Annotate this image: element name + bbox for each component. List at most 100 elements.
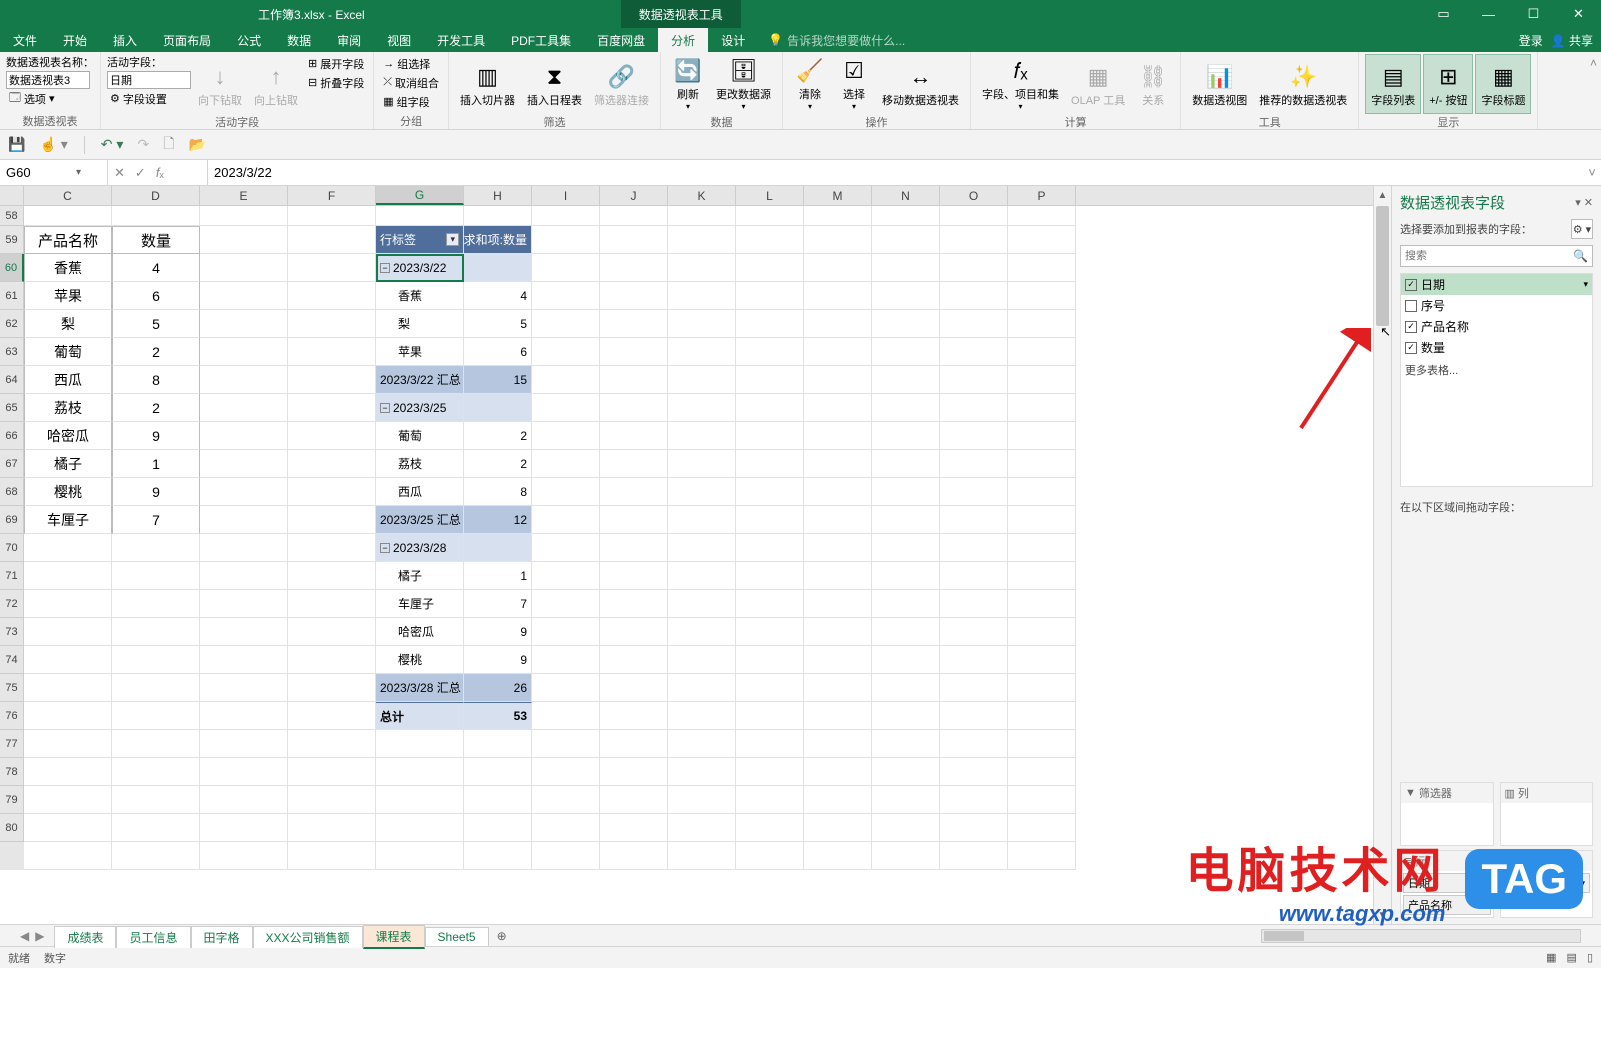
col-header-E[interactable]: E (200, 186, 288, 205)
refresh-button[interactable]: 🔄刷新▾ (667, 54, 709, 114)
next-sheet-icon[interactable]: ▶ (35, 929, 44, 943)
col-header-D[interactable]: D (112, 186, 200, 205)
row-header[interactable]: 80 (0, 814, 24, 842)
tab-insert[interactable]: 插入 (100, 28, 150, 52)
collapse-icon[interactable]: − (380, 543, 390, 553)
open-icon[interactable]: 📂 (188, 136, 205, 153)
pm-buttons-button[interactable]: ⊞+/- 按钮 (1423, 54, 1473, 114)
data-head-qty[interactable]: 数量 (112, 226, 200, 254)
name-box[interactable]: ▾ (0, 160, 108, 185)
tab-home[interactable]: 开始 (50, 28, 100, 52)
col-header-H[interactable]: H (464, 186, 532, 205)
sheet-tab-active[interactable]: 课程表 (363, 925, 425, 949)
cell[interactable]: 9 (112, 422, 200, 450)
field-list-button[interactable]: ▤字段列表 (1365, 54, 1421, 114)
pivot-val[interactable]: 6 (464, 338, 532, 366)
olap-button[interactable]: ▦OLAP 工具 (1066, 54, 1130, 114)
share-button[interactable]: 👤 共享 (1551, 32, 1593, 49)
fx-icon[interactable]: fₓ (156, 165, 164, 180)
col-header-K[interactable]: K (668, 186, 736, 205)
pivot-item[interactable]: 樱桃 (376, 646, 464, 674)
view-normal-icon[interactable]: ▦ (1546, 951, 1556, 964)
pivot-val[interactable]: 4 (464, 282, 532, 310)
zone-item[interactable]: 产品名称▾ (1403, 895, 1491, 915)
field-item-seq[interactable]: 序号 (1401, 295, 1592, 316)
field-item-qty[interactable]: 数量 (1401, 337, 1592, 358)
row-header[interactable]: 78 (0, 758, 24, 786)
active-field-input[interactable] (107, 71, 191, 89)
zone-item[interactable]: 日期▾ (1403, 873, 1491, 893)
cell[interactable]: 9 (112, 478, 200, 506)
tab-pdf[interactable]: PDF工具集 (498, 28, 584, 52)
col-header-M[interactable]: M (804, 186, 872, 205)
undo-icon[interactable]: ↶ ▾ (101, 136, 124, 153)
pivot-subtotal[interactable]: 2023/3/25 汇总 (376, 506, 464, 534)
layout-gear-button[interactable]: ⚙ ▾ (1571, 219, 1593, 239)
cell[interactable]: 2 (112, 338, 200, 366)
zone-item[interactable]: 求和项:数量▾ (1503, 873, 1591, 893)
field-search[interactable]: 🔍 (1400, 245, 1593, 267)
dropdown-icon[interactable]: ▾ (1480, 899, 1486, 912)
tab-review[interactable]: 审阅 (324, 28, 374, 52)
row-header[interactable]: 60 (0, 254, 24, 282)
row-header[interactable]: 70 (0, 534, 24, 562)
row-header[interactable]: 63 (0, 338, 24, 366)
row-header[interactable]: 66 (0, 422, 24, 450)
select-button[interactable]: ☑选择▾ (833, 54, 875, 114)
touch-mode-icon[interactable]: ☝ ▾ (39, 136, 67, 153)
view-page-icon[interactable]: ▤ (1567, 951, 1577, 964)
ungroup-button[interactable]: ⤫取消组合 (380, 73, 442, 92)
pivot-subtotal-val[interactable]: 26 (464, 674, 532, 702)
view-break-icon[interactable]: ▯ (1587, 951, 1593, 964)
select-all-corner[interactable] (0, 186, 24, 205)
cell[interactable]: 哈密瓜 (24, 422, 112, 450)
redo-icon[interactable]: ↷ (137, 136, 149, 153)
pivot-filter-dropdown-icon[interactable]: ▾ (446, 233, 459, 246)
cell[interactable]: 香蕉 (24, 254, 112, 282)
pivot-val[interactable]: 1 (464, 562, 532, 590)
prev-sheet-icon[interactable]: ◀ (20, 929, 29, 943)
tab-layout[interactable]: 页面布局 (150, 28, 224, 52)
cell[interactable]: 葡萄 (24, 338, 112, 366)
more-tables-link[interactable]: 更多表格... (1401, 358, 1592, 382)
field-item-product[interactable]: 产品名称 (1401, 316, 1592, 337)
insert-timeline-button[interactable]: ⧗插入日程表 (522, 54, 587, 114)
ribbon-display-options[interactable]: ▭ (1421, 0, 1466, 28)
field-search-input[interactable] (1401, 250, 1569, 262)
field-settings-button[interactable]: ⚙字段设置 (107, 89, 191, 108)
field-dropdown-icon[interactable]: ▾ (1583, 279, 1588, 290)
recommended-pt-button[interactable]: ✨推荐的数据透视表 (1254, 54, 1352, 114)
pivot-item[interactable]: 橘子 (376, 562, 464, 590)
row-header[interactable]: 77 (0, 730, 24, 758)
cell[interactable]: 8 (112, 366, 200, 394)
clear-button[interactable]: 🧹清除▾ (789, 54, 831, 114)
new-icon[interactable]: 🗋 (163, 133, 174, 157)
horizontal-scrollbar[interactable] (1261, 929, 1581, 943)
col-header-C[interactable]: C (24, 186, 112, 205)
pivot-item[interactable]: 西瓜 (376, 478, 464, 506)
sheet-tab[interactable]: Sheet5 (425, 927, 489, 946)
col-header-G[interactable]: G (376, 186, 464, 205)
pivotchart-button[interactable]: 📊数据透视图 (1187, 54, 1252, 114)
enter-icon[interactable]: ✓ (135, 165, 146, 181)
cell[interactable]: 4 (112, 254, 200, 282)
cell[interactable]: 苹果 (24, 282, 112, 310)
close-button[interactable]: ✕ (1556, 0, 1601, 28)
cell[interactable]: 樱桃 (24, 478, 112, 506)
dropdown-icon[interactable]: ▾ (1480, 877, 1486, 890)
pivot-date[interactable]: −2023/3/22 (376, 254, 464, 282)
cell[interactable]: 1 (112, 450, 200, 478)
cell[interactable]: 荔枝 (24, 394, 112, 422)
row-header[interactable]: 73 (0, 618, 24, 646)
zone-columns[interactable]: ▥列 (1500, 782, 1594, 846)
drill-down-button[interactable]: ↓向下钻取 (193, 54, 247, 114)
row-header[interactable]: 68 (0, 478, 24, 506)
pivot-item[interactable]: 哈密瓜 (376, 618, 464, 646)
save-icon[interactable]: 💾 (8, 136, 25, 153)
row-header[interactable]: 72 (0, 590, 24, 618)
pivot-rowlabel-header[interactable]: 行标签▾ (376, 226, 464, 254)
collapse-icon[interactable]: − (380, 263, 390, 273)
pivot-item[interactable]: 葡萄 (376, 422, 464, 450)
pivot-item[interactable]: 苹果 (376, 338, 464, 366)
pivot-date[interactable]: −2023/3/28 (376, 534, 464, 562)
